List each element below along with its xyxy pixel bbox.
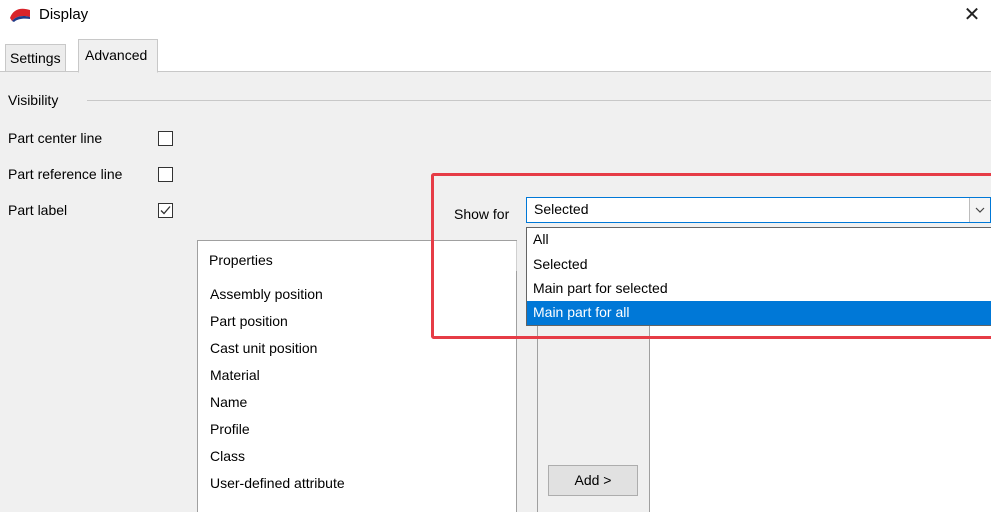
list-item[interactable]: User-defined attribute xyxy=(210,474,345,501)
part-reference-line-label: Part reference line xyxy=(8,166,123,182)
list-item[interactable]: Class xyxy=(210,447,345,474)
list-item[interactable]: Assembly position xyxy=(210,285,345,312)
list-item[interactable]: Profile xyxy=(210,420,345,447)
close-icon[interactable]: ✕ xyxy=(958,2,986,28)
part-label-checkbox[interactable] xyxy=(158,203,173,218)
list-item[interactable]: Cast unit position xyxy=(210,339,345,366)
checkmark-icon xyxy=(160,206,171,215)
dropdown-option-main-part-for-selected[interactable]: Main part for selected xyxy=(527,277,991,301)
show-for-label: Show for xyxy=(454,206,510,222)
window-title: Display xyxy=(39,6,89,23)
group-divider xyxy=(87,100,991,101)
display-app-icon xyxy=(10,8,30,22)
properties-items: Assembly position Part position Cast uni… xyxy=(210,285,345,501)
tab-advanced[interactable]: Advanced xyxy=(78,39,159,73)
tab-settings[interactable]: Settings xyxy=(5,44,66,71)
visibility-group-label: Visibility xyxy=(8,92,59,108)
properties-list: Properties Assembly position Part positi… xyxy=(197,240,517,512)
part-center-line-label: Part center line xyxy=(8,130,103,146)
selected-properties-list[interactable] xyxy=(649,320,991,512)
show-for-dropdown: All Selected Main part for selected Main… xyxy=(526,227,991,326)
part-reference-line-checkbox[interactable] xyxy=(158,167,173,182)
list-item[interactable]: Part position xyxy=(210,312,345,339)
list-item[interactable]: Material xyxy=(210,366,345,393)
show-for-value: Selected xyxy=(534,201,589,217)
part-center-line-checkbox[interactable] xyxy=(158,131,173,146)
dropdown-option-main-part-for-all[interactable]: Main part for all xyxy=(527,301,991,325)
dropdown-option-selected[interactable]: Selected xyxy=(527,253,991,277)
dropdown-option-all[interactable]: All xyxy=(527,228,991,252)
part-label-label: Part label xyxy=(8,202,68,218)
properties-header: Properties xyxy=(209,252,273,268)
column-divider xyxy=(516,241,517,271)
list-item[interactable]: Name xyxy=(210,393,345,420)
chevron-down-icon[interactable] xyxy=(969,198,990,222)
title-bar: Display ✕ xyxy=(0,0,991,34)
show-for-select[interactable]: Selected xyxy=(526,197,991,223)
add-button[interactable]: Add > xyxy=(548,465,638,496)
tab-strip: Settings Advanced xyxy=(0,34,991,73)
